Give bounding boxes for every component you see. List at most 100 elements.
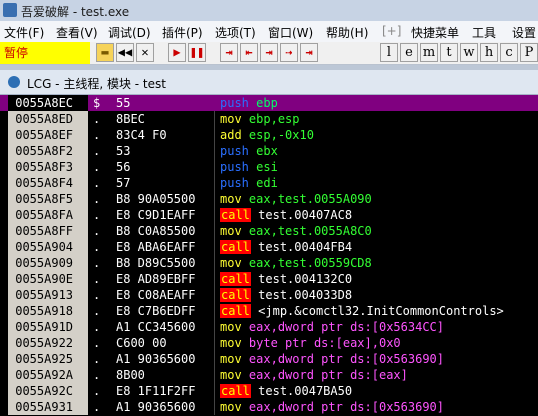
disasm-row[interactable]: 0055A92A. 8B00 mov eax,dword ptr ds:[eax] <box>0 367 538 383</box>
column-divider <box>214 383 215 399</box>
menu-file[interactable]: 文件(F) <box>4 24 44 41</box>
toolbar-m-button[interactable]: m <box>420 43 438 62</box>
open-folder-icon[interactable]: ▬ <box>96 43 114 62</box>
disasm-row[interactable]: 0055A91D. A1 CC345600 mov eax,dword ptr ds… <box>0 319 538 335</box>
disasm-mark: . <box>93 384 101 398</box>
disasm-mark: . <box>93 336 101 350</box>
disasm-mark: . <box>93 112 101 126</box>
pause-icon[interactable]: ❚❚ <box>188 43 206 62</box>
menu-debug[interactable]: 调试(D) <box>108 24 151 41</box>
column-divider <box>214 303 215 319</box>
column-divider <box>214 239 215 255</box>
disasm-hex: E8 C7B6EDFF <box>116 304 196 318</box>
disasm-row[interactable]: 0055A92C. E8 1F11F2FF call test.0047BA50 <box>0 383 538 399</box>
rewind-icon[interactable]: ◀◀ <box>116 43 134 62</box>
disasm-hex: B8 90A05500 <box>116 192 196 206</box>
disasm-row[interactable]: 0055A918. E8 C7B6EDFF call <jmp.&comctl32.… <box>0 303 538 319</box>
disasm-operands: ebx <box>256 144 278 158</box>
disasm-mnemonic: mov <box>220 112 242 126</box>
disasm-address: 0055A8F3 <box>8 159 88 175</box>
menu-plugins[interactable]: 插件(P) <box>162 24 203 41</box>
column-divider <box>214 175 215 191</box>
disasm-address: 0055A91D <box>8 319 88 335</box>
step-into-icon[interactable]: ⇥ <box>220 43 238 62</box>
toolbar-e-button[interactable]: e <box>400 43 418 62</box>
disasm-address: 0055A8EC <box>8 95 88 111</box>
toolbar-t-button[interactable]: t <box>440 43 458 62</box>
menu-quickmenu[interactable]: 快捷菜单 <box>411 24 459 41</box>
cpu-window-title-text: LCG - 主线程, 模块 - test <box>27 77 166 91</box>
disasm-mnemonic: call <box>220 288 251 302</box>
close-icon[interactable]: ✕ <box>136 43 154 62</box>
disasm-instruction: call test.004033D8 <box>220 287 352 303</box>
step-over-icon[interactable]: ⇤ <box>240 43 258 62</box>
run-icon[interactable]: ▶ <box>168 43 186 62</box>
window-icon <box>8 76 20 88</box>
disasm-mark: . <box>93 144 101 158</box>
disasm-row[interactable]: 0055A904. E8 ABA6EAFF call test.00404FB4 <box>0 239 538 255</box>
disasm-hex: 53 <box>116 144 131 158</box>
toolbar-h-button[interactable]: h <box>480 43 498 62</box>
disasm-mnemonic: mov <box>220 256 242 270</box>
toolbar-l-button[interactable]: l <box>380 43 398 62</box>
disasm-row[interactable]: 0055A8FF. B8 C0A85500 mov eax,test.0055A8C… <box>0 223 538 239</box>
menu-plus[interactable]: [+] <box>382 24 401 38</box>
disasm-row[interactable]: 0055A8EF. 83C4 F0 add esp,-0x10 <box>0 127 538 143</box>
disasm-row[interactable]: 0055A925. A1 90365600 mov eax,dword ptr ds… <box>0 351 538 367</box>
disasm-address: 0055A8F4 <box>8 175 88 191</box>
disasm-hex: 83C4 F0 <box>116 128 167 142</box>
trace-into-icon[interactable]: ⇥ <box>260 43 278 62</box>
disasm-operands: ebp,esp <box>248 112 300 126</box>
column-divider <box>214 111 215 127</box>
toolbar-c-button[interactable]: c <box>500 43 518 62</box>
disasm-instruction: mov eax,dword ptr ds:[0x563690] <box>220 399 444 415</box>
disasm-mark: . <box>93 160 101 174</box>
toolbar-w-button[interactable]: w <box>460 43 478 62</box>
disasm-row[interactable]: 0055A8ED. 8BEC mov ebp,esp <box>0 111 538 127</box>
menu-tools[interactable]: 工具 <box>472 24 496 41</box>
disasm-mark: . <box>93 400 101 414</box>
disasm-instruction: push edi <box>220 175 278 191</box>
disasm-row[interactable]: 0055A8FA. E8 C9D1EAFF call test.00407AC8 <box>0 207 538 223</box>
menu-settings[interactable]: 设置 <box>512 24 536 41</box>
disasm-address: 0055A922 <box>8 335 88 351</box>
menu-view[interactable]: 查看(V) <box>56 24 98 41</box>
disasm-row[interactable]: 0055A8EC $55 push ebp <box>0 95 538 111</box>
disasm-hex: E8 1F11F2FF <box>116 384 196 398</box>
disasm-address: 0055A918 <box>8 303 88 319</box>
disasm-row[interactable]: 0055A909. B8 D89C5500 mov eax,test.00559CD… <box>0 255 538 271</box>
disasm-row[interactable]: 0055A8F5. B8 90A05500 mov eax,test.0055A09… <box>0 191 538 207</box>
disasm-instruction: push ebp <box>220 95 278 111</box>
disasm-mnemonic: push <box>220 160 249 174</box>
disasm-mark: . <box>93 288 101 302</box>
disasm-hex: A1 90365600 <box>116 352 196 366</box>
disasm-mark: . <box>93 320 101 334</box>
disasm-address: 0055A8ED <box>8 111 88 127</box>
disasm-row[interactable]: 0055A8F4. 57 push edi <box>0 175 538 191</box>
disasm-instruction: call test.0047BA50 <box>220 383 352 399</box>
disasm-row[interactable]: 0055A922. C600 00 mov byte ptr ds:[eax],0x… <box>0 335 538 351</box>
disasm-hex: A1 CC345600 <box>116 320 196 334</box>
trace-over-icon[interactable]: ⇢ <box>280 43 298 62</box>
disasm-row[interactable]: 0055A931. A1 90365600 mov eax,dword ptr ds… <box>0 399 538 415</box>
disasm-row[interactable]: 0055A8F3. 56 push esi <box>0 159 538 175</box>
disasm-row[interactable]: 0055A913. E8 C08AEAFF call test.004033D8 <box>0 287 538 303</box>
menu-options[interactable]: 选项(T) <box>215 24 256 41</box>
disasm-address: 0055A8FA <box>8 207 88 223</box>
disasm-row[interactable]: 0055A90E. E8 AD89EBFF call test.004132C0 <box>0 271 538 287</box>
menu-window[interactable]: 窗口(W) <box>268 24 313 41</box>
disasm-mnemonic: mov <box>220 400 242 414</box>
toolbar-p-button[interactable]: P <box>520 43 538 62</box>
disasm-operands: eax,test.00559CD8 <box>248 256 372 270</box>
disasm-hex: E8 AD89EBFF <box>116 272 196 286</box>
disasm-instruction: call test.00404FB4 <box>220 239 352 255</box>
disasm-mnemonic: push <box>220 96 249 110</box>
disasm-hex: 8B00 <box>116 368 145 382</box>
disasm-mnemonic: call <box>220 384 251 398</box>
column-divider <box>214 399 215 415</box>
disasm-row[interactable]: 0055A8F2. 53 push ebx <box>0 143 538 159</box>
column-divider <box>214 319 215 335</box>
execute-till-return-icon[interactable]: ⇥ <box>300 43 318 62</box>
menu-help[interactable]: 帮助(H) <box>326 24 368 41</box>
disassembly-pane[interactable]: 0055A8EC $55 push ebp 0055A8ED. 8BEC mov ebp… <box>0 95 538 416</box>
